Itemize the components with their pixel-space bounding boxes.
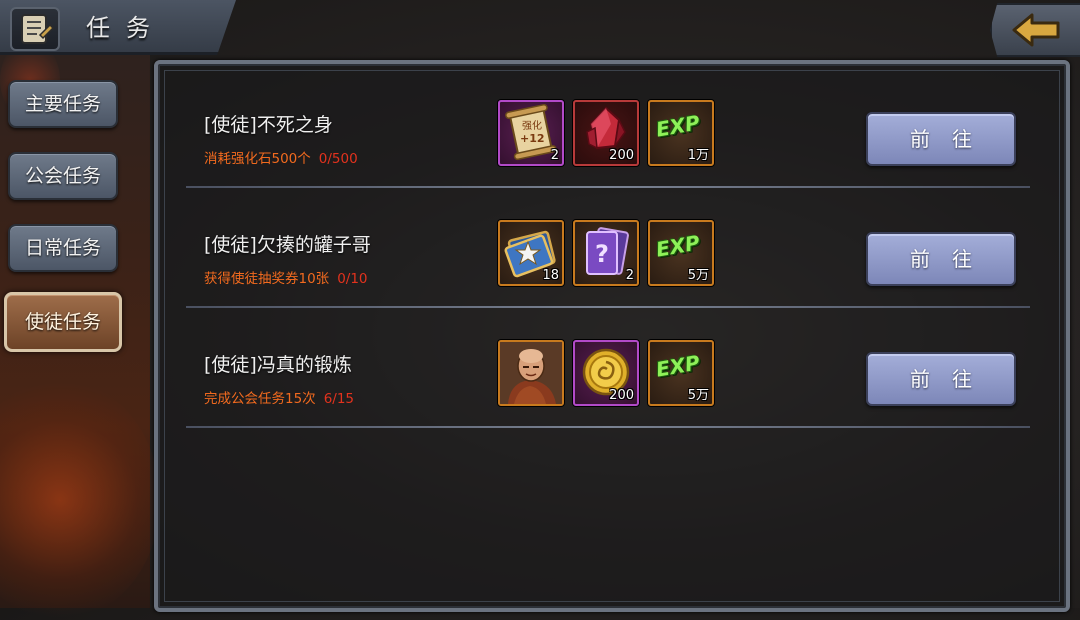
condition-text: 获得使徒抽奖券10张 <box>204 271 330 287</box>
reward-exp[interactable]: EXP 1万 <box>648 100 714 166</box>
tab-apostle-tasks[interactable]: 使徒任务 <box>4 292 122 352</box>
progress-text: 0/10 <box>337 271 368 287</box>
goto-button[interactable]: 前往 <box>866 352 1016 406</box>
row-divider <box>186 426 1030 428</box>
reward-count: 200 <box>609 148 634 163</box>
task-row: [使徒]不死之身 消耗强化石500个 0/500 强化 +12 2 200 EXP… <box>186 70 1030 188</box>
row-divider <box>186 186 1030 188</box>
reward-count: 5万 <box>687 388 709 403</box>
reward-red-crystal[interactable]: 200 <box>573 100 639 166</box>
scroll-sub-label: +12 <box>520 132 545 145</box>
task-row: [使徒]冯真的锻炼 完成公会任务15次 6/15 200 EXP 5万 前往 <box>186 310 1030 428</box>
svg-text:?: ? <box>595 240 609 268</box>
reward-gold-coin[interactable]: 200 <box>573 340 639 406</box>
task-condition: 消耗强化石500个 0/500 <box>204 147 358 167</box>
task-condition: 获得使徒抽奖券10张 0/10 <box>204 267 368 287</box>
reward-monk-hero[interactable] <box>498 340 564 406</box>
tab-guild-tasks[interactable]: 公会任务 <box>8 152 118 200</box>
reward-count: 200 <box>609 388 634 403</box>
reward-exp[interactable]: EXP 5万 <box>648 220 714 286</box>
goto-button[interactable]: 前往 <box>866 112 1016 166</box>
tab-daily-tasks[interactable]: 日常任务 <box>8 224 118 272</box>
task-condition: 完成公会任务15次 6/15 <box>204 387 354 407</box>
task-name: [使徒]冯真的锻炼 <box>204 354 352 376</box>
exp-icon: EXP <box>654 230 702 262</box>
reward-count: 5万 <box>687 268 709 283</box>
reward-count: 2 <box>625 268 634 283</box>
reward-star-card[interactable]: 18 <box>498 220 564 286</box>
reward-enhance-scroll[interactable]: 强化 +12 2 <box>498 100 564 166</box>
row-divider <box>186 306 1030 308</box>
task-name: [使徒]不死之身 <box>204 114 333 136</box>
page-title: 任务 <box>86 14 166 42</box>
monk-hero-icon <box>500 342 562 404</box>
progress-text: 0/500 <box>318 151 358 167</box>
task-row: [使徒]欠揍的罐子哥 获得使徒抽奖券10张 0/10 18 ? 2 EXP 5万 … <box>186 190 1030 308</box>
scroll-label: 强化 <box>522 119 542 132</box>
exp-icon: EXP <box>654 350 702 382</box>
reward-exp[interactable]: EXP 5万 <box>648 340 714 406</box>
reward-count: 1万 <box>687 148 709 163</box>
back-arrow-icon <box>1012 13 1060 47</box>
condition-text: 完成公会任务15次 <box>204 391 316 407</box>
reward-count: 18 <box>542 268 559 283</box>
goto-button[interactable]: 前往 <box>866 232 1016 286</box>
tab-main-tasks[interactable]: 主要任务 <box>8 80 118 128</box>
task-name: [使徒]欠揍的罐子哥 <box>204 234 371 256</box>
reward-count: 2 <box>550 148 559 163</box>
reward-mystery-card[interactable]: ? 2 <box>573 220 639 286</box>
back-button[interactable] <box>990 3 1080 57</box>
condition-text: 消耗强化石500个 <box>204 151 311 167</box>
progress-text: 6/15 <box>323 391 355 407</box>
task-scroll-icon <box>10 7 60 51</box>
title-bar: 任务 <box>0 0 236 55</box>
exp-icon: EXP <box>654 110 702 142</box>
